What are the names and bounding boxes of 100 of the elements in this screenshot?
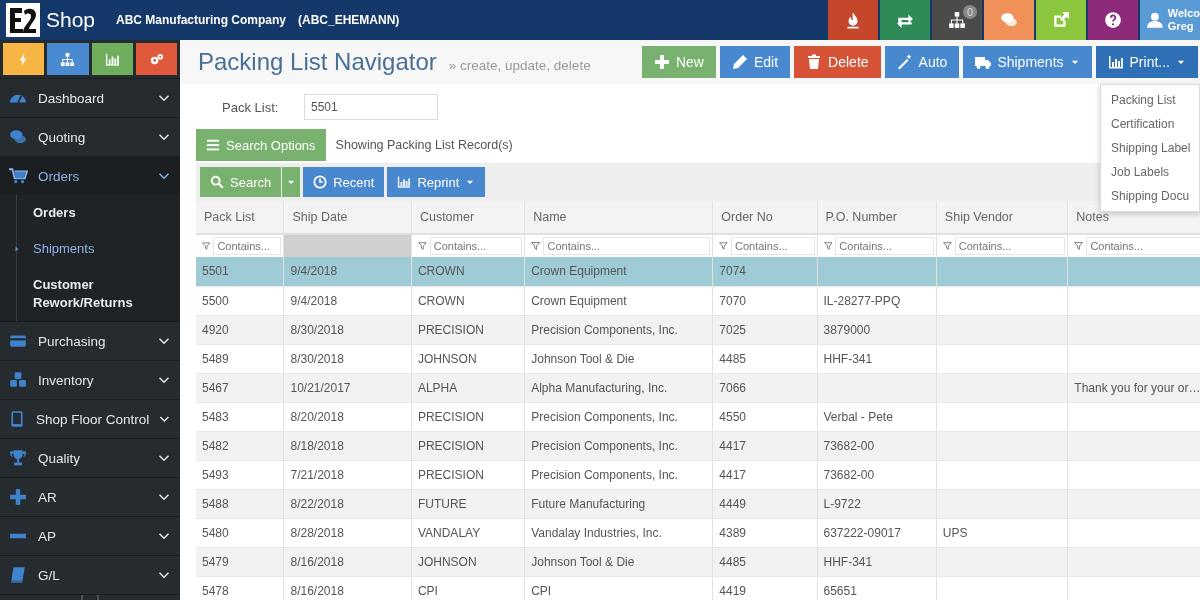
table-cell: Johnson Tool & Die: [531, 351, 635, 366]
table-cell: 8/16/2018: [290, 554, 344, 569]
table-cell: Thank you for your or…: [1074, 380, 1200, 395]
header-tile[interactable]: [1036, 0, 1086, 40]
table-row[interactable]: 5467 10/21/2017 ALPHA Alpha Manufacturing, Inc. 7066 Thank you for your or…: [196, 373, 1200, 402]
table-cell: PRECISION: [417, 322, 484, 337]
column-header[interactable]: Order No: [712, 201, 817, 234]
table-cell: VANDALAY: [417, 525, 481, 540]
nav-item[interactable]: Quality: [0, 438, 180, 477]
filter-icon: [417, 241, 427, 251]
filter-icon: [1074, 241, 1084, 251]
table-cell: 8/28/2018: [290, 525, 344, 540]
table-row[interactable]: 5482 8/18/2018 PRECISION Precision Components, Inc. 4417 73682-00: [196, 431, 1200, 460]
action-button[interactable]: Edit: [719, 46, 791, 78]
header-tile[interactable]: [984, 0, 1034, 40]
table-cell: CROWN: [417, 264, 465, 279]
table-row[interactable]: 5489 8/30/2018 JOHNSON Johnson Tool & Die 4485 HHF-341: [196, 344, 1200, 373]
cart-icon: [8, 167, 28, 185]
table-cell: Vandalay Industries, Inc.: [531, 525, 662, 540]
column-header[interactable]: Ship Vendor: [936, 201, 1068, 234]
filter-field[interactable]: Contains...: [429, 237, 523, 255]
filter-field[interactable]: Contains...: [1086, 237, 1200, 255]
filter-field[interactable]: Contains...: [543, 237, 711, 255]
table-cell: Verbal - Pete: [823, 409, 893, 424]
table-row[interactable]: 5483 8/20/2018 PRECISION Precision Components, Inc. 4550 Verbal - Pete: [196, 402, 1200, 431]
table-cell: 9/4/2018: [290, 264, 338, 279]
pack-list-field[interactable]: 5501: [304, 94, 438, 120]
column-header[interactable]: Pack List: [196, 201, 284, 234]
external-link-icon: [1052, 11, 1070, 29]
nav-item[interactable]: Purchasing: [0, 321, 180, 360]
table-cell: 4449: [719, 496, 747, 511]
filter-field[interactable]: Contains...: [731, 237, 815, 255]
filter-icon: [531, 241, 541, 251]
shortcut-tile[interactable]: [135, 43, 177, 75]
column-header[interactable]: P.O. Number: [817, 201, 937, 234]
nav-item[interactable]: Shop Floor Control: [0, 399, 180, 438]
header-tile[interactable]: [1088, 0, 1138, 40]
flame-icon: [844, 11, 862, 29]
pencil-icon: [731, 54, 748, 70]
filter-field[interactable]: Contains...: [835, 237, 934, 255]
help-icon: [1104, 11, 1122, 29]
nav-item[interactable]: Orders: [0, 156, 180, 195]
menu-item[interactable]: Certification: [1101, 112, 1199, 136]
table-cell: 8/22/2018: [290, 496, 344, 511]
submenu-item[interactable]: Shipments: [16, 231, 180, 267]
nav-item[interactable]: AP: [0, 516, 180, 555]
page-title: Packing List Navigator: [198, 48, 437, 76]
table-cell: 7/21/2018: [290, 467, 344, 482]
plus-icon: [653, 54, 670, 70]
shortcut-tile[interactable]: [47, 43, 89, 75]
user-icon: [1146, 11, 1164, 29]
action-button[interactable]: Auto: [884, 46, 960, 78]
table-cell: 10/21/2017: [290, 380, 351, 395]
filter-field[interactable]: Contains...: [213, 237, 282, 255]
table-cell: 7074: [719, 264, 747, 279]
sitemap-icon: [948, 11, 966, 29]
table-row[interactable]: 5501 9/4/2018 CROWN Crown Equipment 7074: [196, 257, 1200, 286]
table-row[interactable]: 5493 7/21/2018 PRECISION Precision Components, Inc. 4417 73682-00: [196, 460, 1200, 489]
shortcut-tile[interactable]: [91, 43, 133, 75]
table-row[interactable]: 5480 8/28/2018 VANDALAY Vandalay Industries, Inc. 4389 637222-09017 UPS: [196, 518, 1200, 547]
header-tile[interactable]: [880, 0, 930, 40]
column-header[interactable]: Ship Date: [284, 201, 412, 234]
toolbar-button[interactable]: Recent: [303, 167, 385, 197]
column-header[interactable]: Customer: [411, 201, 525, 234]
table-cell: ALPHA: [417, 380, 458, 395]
menu-item[interactable]: Job Labels: [1101, 160, 1199, 184]
column-header[interactable]: Name: [524, 201, 713, 234]
menu-item[interactable]: Shipping Label: [1101, 136, 1199, 160]
action-button[interactable]: Shipments: [963, 46, 1092, 78]
submenu-item[interactable]: Orders: [16, 195, 180, 231]
plus-icon: [8, 488, 28, 506]
filter-field[interactable]: Contains...: [954, 237, 1066, 255]
bar-chart-icon: [104, 51, 120, 67]
nav-item[interactable]: G/L: [0, 555, 180, 594]
table-cell: PRECISION: [417, 438, 484, 453]
table-cell: CPI: [417, 583, 438, 598]
table-cell: 4417: [719, 467, 747, 482]
menu-icon: [206, 138, 220, 152]
table-row[interactable]: 5478 8/16/2018 CPI CPI 4419 65651: [196, 576, 1200, 600]
table-cell: 5478: [202, 583, 229, 598]
submenu-item[interactable]: Customer Rework/Returns: [16, 267, 180, 321]
shortcut-tile[interactable]: [3, 43, 45, 75]
table-cell: 5489: [202, 351, 229, 366]
repeat-icon: [896, 11, 914, 29]
nav-item[interactable]: AR: [0, 477, 180, 516]
nav-item[interactable]: Dashboard: [0, 78, 180, 117]
table-row[interactable]: 4920 8/30/2018 PRECISION Precision Components, Inc. 7025 3879000: [196, 315, 1200, 344]
table-row[interactable]: 5500 9/4/2018 CROWN Crown Equipment 7070 IL-28277-PPQ: [196, 286, 1200, 315]
toolbar-button[interactable]: Reprint: [387, 167, 486, 197]
filter-icon: [823, 241, 833, 251]
cubes-icon: [8, 371, 28, 389]
table-cell: 4417: [719, 438, 747, 453]
menu-item[interactable]: Packing List: [1101, 88, 1199, 112]
table-row[interactable]: 5479 8/16/2018 JOHNSON Johnson Tool & Die 4485 HHF-341: [196, 547, 1200, 576]
nav-item[interactable]: Inventory: [0, 360, 180, 399]
header-tile[interactable]: [828, 0, 878, 40]
split-toggle[interactable]: [282, 167, 301, 197]
table-row[interactable]: 5488 8/22/2018 FUTURE Future Manufacturing 4449 L-9722: [196, 489, 1200, 518]
logo-icon: [6, 3, 40, 37]
action-button[interactable]: Delete: [794, 46, 881, 78]
